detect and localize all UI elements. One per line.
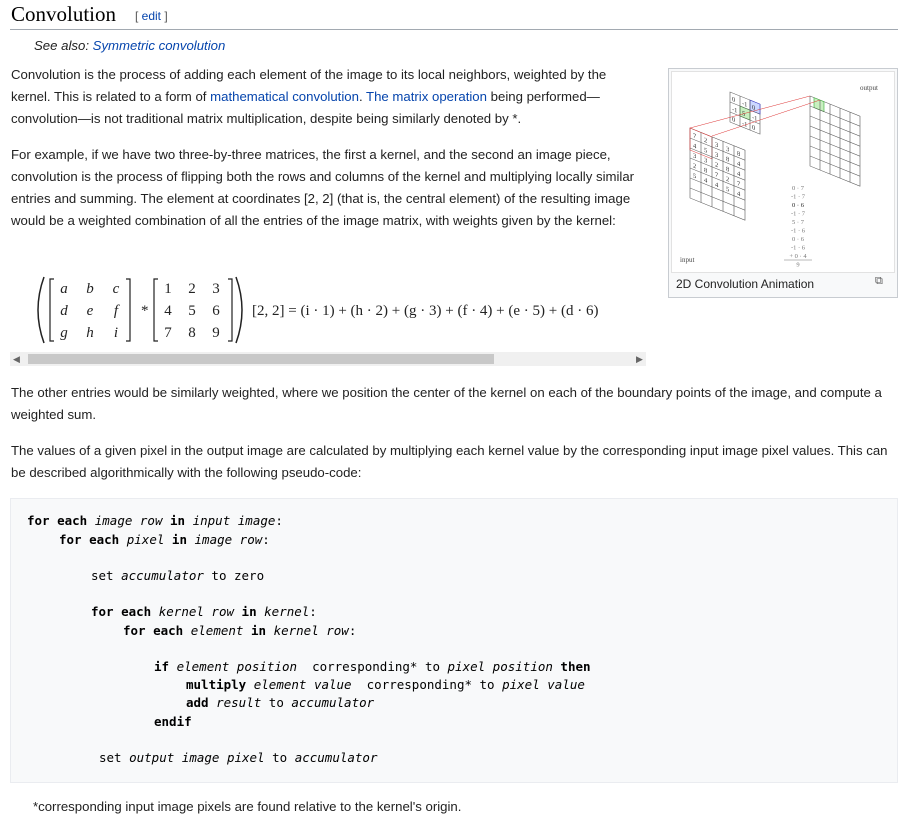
scrollbar-thumb[interactable]	[28, 354, 494, 364]
matrix-operation-link[interactable]: The matrix operation	[366, 89, 487, 104]
mathematical-convolution-link[interactable]: mathematical convolution	[210, 89, 359, 104]
kernel-matrix-entry: d	[60, 303, 68, 319]
kernel-matrix-entry: b	[86, 281, 94, 297]
heading-divider	[10, 29, 898, 30]
paren-right	[235, 276, 243, 344]
image-matrix-entry: 6	[212, 303, 220, 319]
convolution-equation: a b c d e f g h i * 123 456 789 [2, 2] = (i · 1) +…	[30, 275, 650, 345]
figure-thumbnail: output input 7233845384332842872754454 0…	[668, 68, 898, 298]
equation-operator: *	[141, 303, 149, 319]
calculation-line: 0 · 6	[792, 236, 805, 243]
code-line-1: for each image row in input image:	[27, 513, 283, 528]
edit-section-link[interactable]: [ edit ]	[135, 9, 168, 23]
image-matrix-entry: 2	[188, 281, 196, 297]
paragraph-intro: Convolution is the process of adding eac…	[11, 64, 643, 130]
code-line-7: multiply element value corresponding* to…	[186, 677, 585, 692]
output-grid	[809, 95, 861, 187]
input-grid-cell: 2	[726, 176, 729, 184]
edit-bracket-close: ]	[161, 9, 168, 23]
code-line-10: set output image pixel to accumulator	[99, 750, 378, 765]
image-matrix-entry: 7	[164, 325, 172, 341]
image-matrix-entry: 8	[188, 325, 196, 341]
pseudocode-footnote: *corresponding input image pixels are fo…	[33, 799, 462, 814]
calculation-line: 5 · 7	[792, 219, 805, 226]
para1-text-b: .	[358, 89, 367, 104]
calculation-line: 0 · 7	[792, 185, 805, 192]
kernel-grid: 0-1 0-1 5-10-1 0	[729, 91, 761, 135]
image-matrix-entry: 3	[212, 281, 220, 297]
image-matrix-entry: 9	[212, 325, 220, 341]
calculation-line: -1 · 7	[791, 211, 806, 218]
equation-scrollbar[interactable]: ◀ ▶	[10, 352, 646, 366]
kernel-matrix-entry: i	[114, 325, 118, 341]
convolution-illustration: output input 7233845384332842872754454 0…	[680, 84, 878, 269]
code-line-5: for each element in kernel row:	[123, 623, 357, 638]
image-matrix-entry: 4	[164, 303, 172, 319]
magnify-icon[interactable]: ⧉	[875, 275, 883, 288]
input-grid-cell: 2	[715, 161, 718, 169]
paragraph-boundary: The other entries would be similarly wei…	[11, 385, 882, 422]
section-title: Convolution	[11, 2, 117, 26]
scroll-right-arrow-icon[interactable]: ▶	[636, 354, 643, 365]
image-matrix-entry: 1	[164, 281, 172, 297]
input-grid: 7233845384332842872754454	[689, 127, 746, 221]
code-line-2: for each pixel in image row:	[59, 532, 270, 547]
input-grid-cell: 2	[693, 162, 696, 170]
calculation-line: 0 · 6	[792, 202, 805, 209]
calculation-line: -1 · 6	[791, 245, 806, 252]
see-also-prefix: See also:	[34, 38, 93, 53]
paragraph-pseudocode-intro: The values of a given pixel in the outpu…	[11, 443, 888, 480]
equation-result: [2, 2] = (i · 1) + (h · 2) + (g · 3) + (…	[252, 303, 598, 319]
code-line-6: if element position corresponding* to pi…	[154, 659, 591, 674]
calculation-column: 0 · 7-1 · 70 · 6-1 · 75 · 7-1 · 60 · 6-1…	[784, 185, 812, 269]
calculation-line: + 0 · 4	[789, 253, 807, 260]
code-line-9: endif	[154, 714, 192, 729]
image-matrix-entry: 5	[188, 303, 196, 319]
edit-link-text[interactable]: edit	[142, 9, 161, 23]
input-label: input	[680, 256, 694, 264]
kernel-matrix-entry: c	[113, 281, 120, 297]
code-line-4: for each kernel row in kernel:	[91, 604, 317, 619]
kernel-matrix-entry: e	[87, 303, 94, 319]
pseudocode-block: for each image row in input image: for e…	[10, 498, 898, 783]
scroll-left-arrow-icon[interactable]: ◀	[13, 354, 20, 365]
calculation-line: -1 · 7	[791, 194, 806, 201]
figure-caption: 2D Convolution Animation	[676, 277, 815, 291]
calculation-line: 9	[796, 262, 799, 269]
kernel-matrix-entry: g	[60, 325, 68, 341]
see-also-note: See also: Symmetric convolution	[34, 38, 225, 53]
equation-render: a b c d e f g h i * 1 2 3 4 5 6 7 8 9 [2, 2] = (i · 1) +…	[37, 276, 598, 344]
convolution-animation-image[interactable]: output input 7233845384332842872754454 0…	[671, 71, 895, 273]
calculation-line: -1 · 6	[791, 228, 806, 235]
kernel-matrix-entry: f	[114, 303, 120, 319]
edit-bracket-open: [	[135, 9, 142, 23]
output-label: output	[860, 84, 878, 92]
paragraph-example: For example, if we have two three-by-thr…	[11, 147, 635, 228]
code-line-3: set accumulator to zero	[91, 568, 265, 583]
code-line-8: add result to accumulator	[186, 695, 375, 710]
see-also-link[interactable]: Symmetric convolution	[93, 38, 226, 53]
paren-left	[37, 276, 45, 344]
input-grid-cell: 2	[704, 137, 707, 145]
kernel-matrix-entry: h	[86, 325, 94, 341]
kernel-matrix-entry: a	[60, 281, 68, 297]
